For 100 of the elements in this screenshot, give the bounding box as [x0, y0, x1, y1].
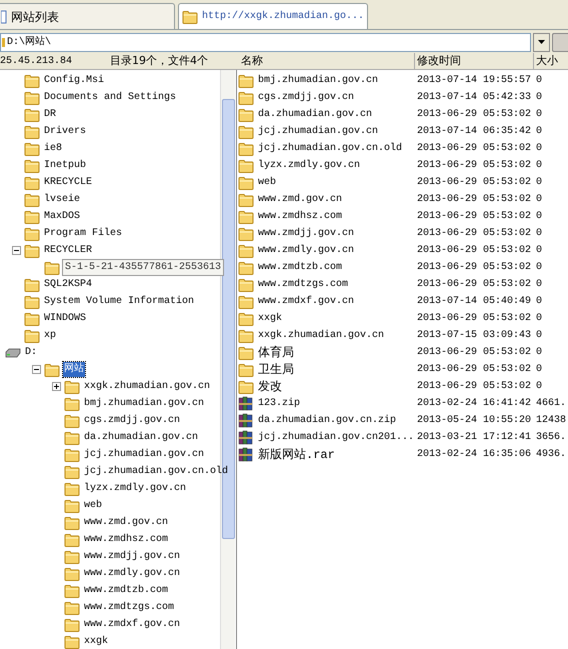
- folder-icon: [44, 260, 60, 274]
- file-name[interactable]: 新版网站.rar: [258, 446, 335, 464]
- file-name[interactable]: www.zmdjj.gov.cn: [258, 226, 354, 241]
- tree-item[interactable]: www.zmd.gov.cn: [83, 515, 170, 530]
- tree-item[interactable]: KRECYCLE: [43, 175, 94, 190]
- modified-time: 2013-02-24 16:35:06: [416, 448, 532, 462]
- file-name[interactable]: jcj.zhumadian.gov.cn.old: [258, 141, 402, 156]
- file-name[interactable]: da.zhumadian.gov.cn.zip: [258, 413, 396, 428]
- file-size: 4936.: [536, 448, 566, 462]
- modified-time: 2013-06-29 05:53:02: [416, 346, 532, 360]
- tree-item[interactable]: lyzx.zmdly.gov.cn: [83, 481, 188, 496]
- file-size: 0: [536, 159, 542, 173]
- folder-icon: [24, 176, 40, 190]
- tree-item[interactable]: 网站: [63, 362, 85, 377]
- column-header[interactable]: 大小: [534, 52, 558, 70]
- file-name[interactable]: www.zmdxf.gov.cn: [258, 294, 354, 309]
- file-size: 0: [536, 261, 542, 275]
- folder-icon: [24, 124, 40, 138]
- folder-icon: [238, 158, 254, 172]
- expand-toggle[interactable]: [52, 382, 61, 391]
- tree-item[interactable]: xxgk.zhumadian.gov.cn: [83, 379, 212, 394]
- tree-item[interactable]: www.zmdhsz.com: [83, 532, 170, 547]
- tree-item[interactable]: jcj.zhumadian.gov.cn: [83, 447, 206, 462]
- file-name[interactable]: 发改: [258, 378, 282, 396]
- folder-icon: [238, 74, 254, 88]
- tree-item[interactable]: WINDOWS: [43, 311, 88, 326]
- drive-icon: [4, 348, 22, 358]
- archive-icon: [238, 396, 254, 411]
- modified-time: 2013-06-29 05:53:02: [416, 278, 532, 292]
- column-header[interactable]: 名称: [236, 52, 415, 70]
- file-name[interactable]: jcj.zhumadian.gov.cn: [258, 124, 378, 139]
- modified-time: 2013-06-29 05:53:02: [416, 176, 532, 190]
- folder-icon: [182, 10, 198, 24]
- tree-item[interactable]: da.zhumadian.gov.cn: [83, 430, 200, 445]
- file-name[interactable]: bmj.zhumadian.gov.cn: [258, 73, 378, 88]
- tree-item[interactable]: RECYCLER: [43, 243, 94, 258]
- folder-icon: [238, 226, 254, 240]
- file-name[interactable]: 123.zip: [258, 396, 300, 411]
- collapse-toggle[interactable]: [32, 365, 41, 374]
- tree-item[interactable]: cgs.zmdjj.gov.cn: [83, 413, 182, 428]
- column-header[interactable]: 修改时间: [415, 52, 534, 70]
- file-name[interactable]: 体育局: [258, 344, 294, 362]
- modified-time: 2013-07-14 06:35:42: [416, 125, 532, 139]
- folder-icon: [24, 226, 40, 240]
- address-field[interactable]: D:\网站\: [0, 32, 531, 52]
- file-size: 0: [536, 312, 542, 326]
- tree-item[interactable]: DR: [43, 107, 58, 122]
- dropdown-button[interactable]: [533, 32, 550, 52]
- modified-time: 2013-06-29 05:53:02: [416, 193, 532, 207]
- folder-icon: [44, 362, 60, 376]
- file-name[interactable]: web: [258, 175, 276, 190]
- tree-item[interactable]: SQL2KSP4: [43, 277, 94, 292]
- tree-item[interactable]: lvseie: [43, 192, 82, 207]
- caret-icon: [538, 40, 545, 44]
- tree-item[interactable]: Config.Msi: [43, 73, 106, 88]
- tree-item[interactable]: xp: [43, 328, 58, 343]
- directory-summary: 目录19个，文件4个: [110, 52, 208, 69]
- modified-time: 2013-06-29 05:53:02: [416, 108, 532, 122]
- modified-time: 2013-03-21 17:12:41: [416, 431, 532, 445]
- tree-item[interactable]: www.zmdtzb.com: [83, 583, 170, 598]
- tree-item[interactable]: ie8: [43, 141, 64, 156]
- folder-icon: [24, 278, 40, 292]
- file-name[interactable]: cgs.zmdjj.gov.cn: [258, 90, 354, 105]
- file-name[interactable]: www.zmdhsz.com: [258, 209, 342, 224]
- tree-item[interactable]: Program Files: [43, 226, 124, 241]
- tree-item[interactable]: Inetpub: [43, 158, 88, 173]
- tree-item[interactable]: Drivers: [43, 124, 88, 139]
- modified-time: 2013-06-29 05:53:02: [416, 142, 532, 156]
- tree-item[interactable]: www.zmdxf.gov.cn: [83, 617, 182, 632]
- file-name[interactable]: xxgk.zhumadian.gov.cn: [258, 328, 384, 343]
- file-size: 0: [536, 278, 542, 292]
- file-name[interactable]: jcj.zhumadian.gov.cn201...: [258, 430, 414, 445]
- folder-icon: [24, 90, 40, 104]
- folder-icon: [24, 158, 40, 172]
- tab[interactable]: http://xxgk.zhumadian.go...: [178, 3, 368, 29]
- tree-item[interactable]: www.zmdtzgs.com: [83, 600, 176, 615]
- tree-item[interactable]: Documents and Settings: [43, 90, 178, 105]
- file-name[interactable]: xxgk: [258, 311, 282, 326]
- folder-icon: [238, 124, 254, 138]
- modified-time: 2013-05-24 10:55:20: [416, 414, 532, 428]
- tree-item[interactable]: www.zmdjj.gov.cn: [83, 549, 182, 564]
- tree-item[interactable]: xxgk: [83, 634, 110, 649]
- file-name[interactable]: www.zmd.gov.cn: [258, 192, 342, 207]
- file-name[interactable]: lyzx.zmdly.gov.cn: [258, 158, 360, 173]
- file-name[interactable]: 卫生局: [258, 360, 294, 378]
- file-name[interactable]: www.zmdtzgs.com: [258, 277, 348, 292]
- tree-item[interactable]: www.zmdly.gov.cn: [83, 566, 182, 581]
- tree-item[interactable]: System Volume Information: [43, 294, 196, 309]
- tab[interactable]: 网站列表: [0, 3, 175, 29]
- file-name[interactable]: da.zhumadian.gov.cn: [258, 107, 372, 122]
- tree-item[interactable]: web: [83, 498, 104, 513]
- tree-item[interactable]: D:: [25, 345, 38, 360]
- file-name[interactable]: www.zmdly.gov.cn: [258, 243, 354, 258]
- file-name[interactable]: www.zmdtzb.com: [258, 260, 342, 275]
- collapse-toggle[interactable]: [12, 246, 21, 255]
- tree-item[interactable]: jcj.zhumadian.gov.cn.old: [83, 464, 230, 479]
- tree-item[interactable]: bmj.zhumadian.gov.cn: [83, 396, 206, 411]
- tooltip: S-1-5-21-435577861-2553613: [62, 259, 224, 276]
- modified-time: 2013-02-24 16:41:42: [416, 397, 532, 411]
- tree-item[interactable]: MaxDOS: [43, 209, 82, 224]
